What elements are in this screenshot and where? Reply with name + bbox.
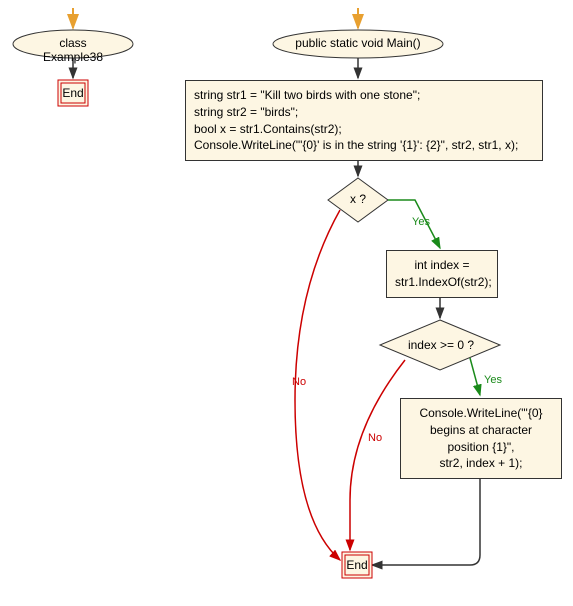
code-line: bool x = str1.Contains(str2); <box>194 121 534 138</box>
edge-yes-1: Yes <box>412 216 430 228</box>
code-line: str1.IndexOf(str2); <box>395 274 489 291</box>
end-label-right: End <box>342 558 372 572</box>
code-line: int index = <box>395 257 489 274</box>
code-line: string str2 = "birds"; <box>194 104 534 121</box>
code-block-3: Console.WriteLine("'{0} begins at charac… <box>400 398 562 479</box>
code-line: str2, index + 1); <box>409 455 553 472</box>
class-ellipse-label: class Example38 <box>28 36 118 64</box>
main-ellipse-label: public static void Main() <box>280 36 436 50</box>
code-block-2: int index = str1.IndexOf(str2); <box>386 250 498 298</box>
code-line: begins at character <box>409 422 553 439</box>
code-line: string str1 = "Kill two birds with one s… <box>194 87 534 104</box>
edge-no-1: No <box>292 376 306 388</box>
code-line: Console.WriteLine("'{0} <box>409 405 553 422</box>
end-label-left: End <box>58 86 88 100</box>
edge-no-2: No <box>368 432 382 444</box>
edge-yes-2: Yes <box>484 374 502 386</box>
code-block-1: string str1 = "Kill two birds with one s… <box>185 80 543 161</box>
code-line: Console.WriteLine("'{0}' is in the strin… <box>194 137 534 154</box>
code-line: position {1}", <box>409 439 553 456</box>
